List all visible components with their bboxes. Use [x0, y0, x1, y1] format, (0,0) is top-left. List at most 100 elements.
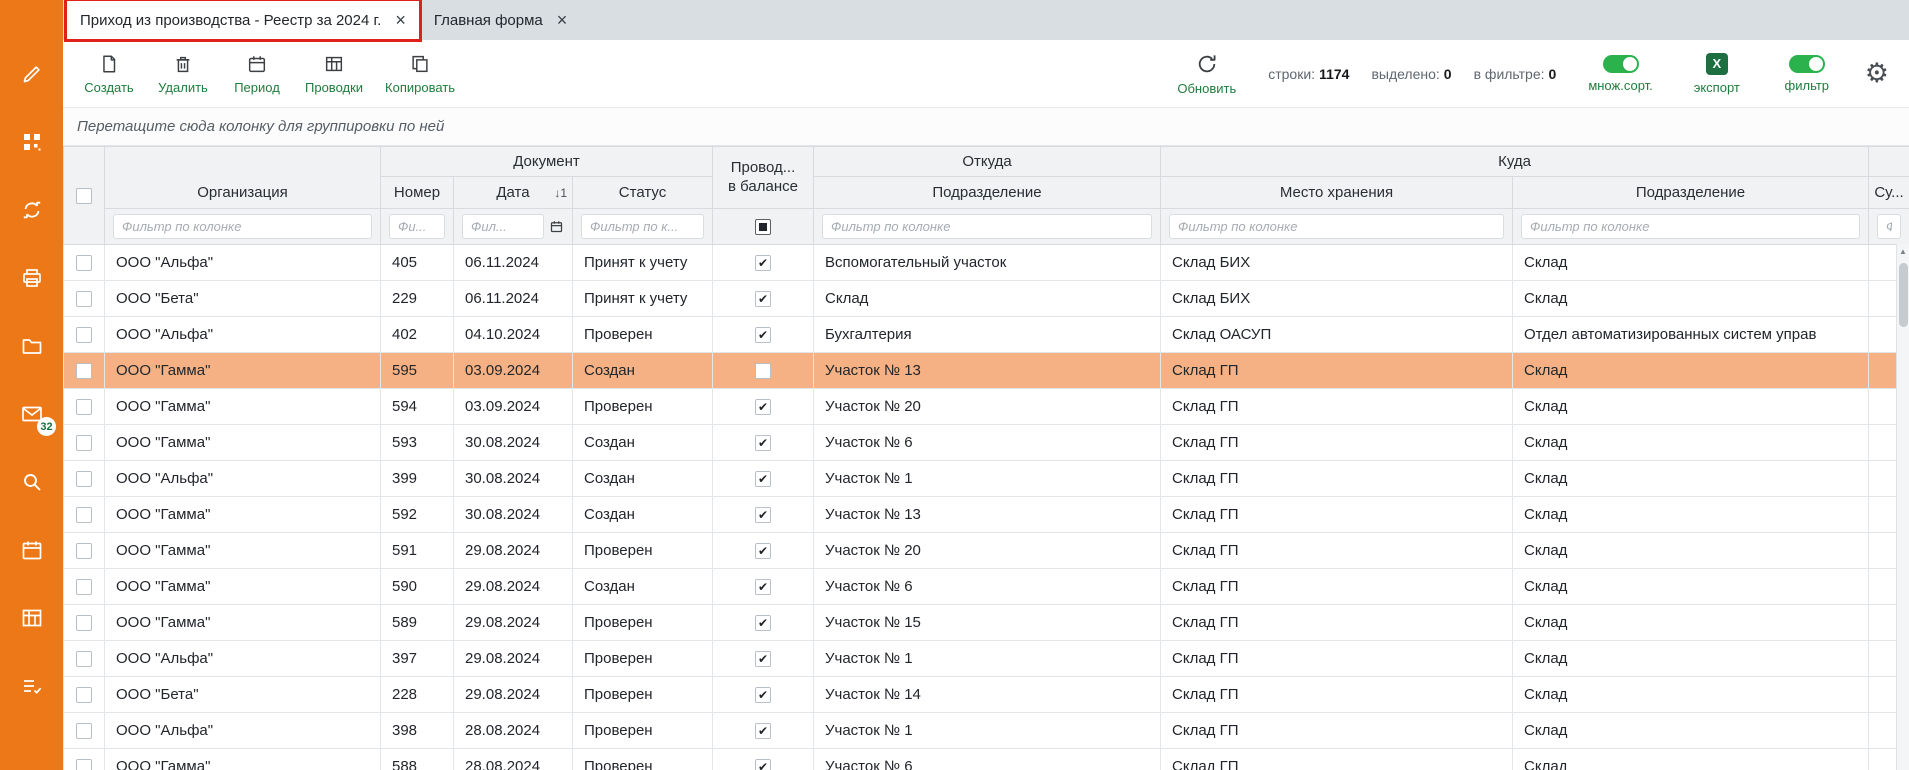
table-row[interactable]: ООО "Альфа" 398 28.08.2024 Проверен ✔ Уч…: [64, 713, 1909, 749]
sidebar-item-print[interactable]: [0, 266, 63, 290]
tab-prihod-iz-proizvodstva[interactable]: Приход из производства - Реестр за 2024 …: [66, 0, 420, 40]
refresh-button[interactable]: Обновить: [1171, 52, 1242, 96]
date-picker-button[interactable]: [549, 219, 564, 234]
table-row[interactable]: ООО "Гамма" 595 03.09.2024 Создан Участо…: [64, 353, 1909, 389]
row-checkbox[interactable]: [76, 363, 92, 379]
sidebar-item-registers[interactable]: [0, 606, 63, 630]
posted-checkbox[interactable]: ✔: [755, 615, 771, 631]
select-all-checkbox[interactable]: [76, 188, 92, 204]
posted-checkbox[interactable]: ✔: [755, 255, 771, 271]
posted-checkbox[interactable]: ✔: [755, 399, 771, 415]
posted-filter-checkbox[interactable]: [755, 219, 771, 235]
posted-checkbox[interactable]: ✔: [755, 435, 771, 451]
delete-button[interactable]: Удалить: [151, 53, 215, 95]
posted-checkbox[interactable]: ✔: [755, 471, 771, 487]
table-row[interactable]: ООО "Альфа" 399 30.08.2024 Создан ✔ Учас…: [64, 461, 1909, 497]
row-checkbox[interactable]: [76, 291, 92, 307]
table-row[interactable]: ООО "Гамма" 591 29.08.2024 Проверен ✔ Уч…: [64, 533, 1909, 569]
cell-storage-place: Склад ГП: [1161, 461, 1513, 497]
column-header-sum[interactable]: Су...: [1869, 177, 1909, 209]
row-checkbox[interactable]: [76, 579, 92, 595]
table-row[interactable]: ООО "Альфа" 405 06.11.2024 Принят к учет…: [64, 245, 1909, 281]
column-header-storage-place[interactable]: Место хранения: [1161, 177, 1513, 209]
sidebar-item-tasks[interactable]: [0, 674, 63, 698]
table-row[interactable]: ООО "Гамма" 588 28.08.2024 Проверен ✔ Уч…: [64, 749, 1909, 770]
filter-from-department-input[interactable]: [822, 214, 1152, 239]
posted-checkbox[interactable]: ✔: [755, 579, 771, 595]
export-button[interactable]: X экспорт: [1685, 53, 1749, 95]
row-checkbox[interactable]: [76, 399, 92, 415]
table-row[interactable]: ООО "Гамма" 593 30.08.2024 Создан ✔ Учас…: [64, 425, 1909, 461]
postings-button[interactable]: Проводки: [299, 53, 369, 95]
posted-checkbox[interactable]: ✔: [755, 687, 771, 703]
settings-gear-icon[interactable]: ⚙: [1865, 60, 1889, 87]
row-checkbox[interactable]: [76, 615, 92, 631]
sidebar-item-documents[interactable]: [0, 334, 63, 358]
column-header-date[interactable]: Дата↓1: [454, 177, 573, 209]
tab-close-icon[interactable]: ×: [395, 11, 406, 29]
row-checkbox[interactable]: [76, 327, 92, 343]
sort-descending-indicator: ↓1: [554, 186, 567, 200]
column-header-number[interactable]: Номер: [381, 177, 454, 209]
sidebar-item-calendar[interactable]: [0, 538, 63, 562]
sidebar-item-sync[interactable]: [0, 198, 63, 222]
filter-organization-input[interactable]: [113, 214, 372, 239]
filter-to-department-input[interactable]: [1521, 214, 1860, 239]
row-checkbox[interactable]: [76, 651, 92, 667]
row-checkbox[interactable]: [76, 687, 92, 703]
posted-checkbox[interactable]: ✔: [755, 651, 771, 667]
group-by-bar[interactable]: Перетащите сюда колонку для группировки …: [63, 108, 1909, 146]
filter-storage-place-input[interactable]: [1169, 214, 1504, 239]
table-row[interactable]: ООО "Бета" 228 29.08.2024 Проверен ✔ Уча…: [64, 677, 1909, 713]
row-checkbox[interactable]: [76, 759, 92, 770]
posted-checkbox[interactable]: ✔: [755, 759, 771, 770]
posted-checkbox[interactable]: ✔: [755, 543, 771, 559]
create-button[interactable]: Создать: [77, 53, 141, 95]
row-checkbox[interactable]: [76, 471, 92, 487]
table-row[interactable]: ООО "Альфа" 402 04.10.2024 Проверен ✔ Бу…: [64, 317, 1909, 353]
table-row[interactable]: ООО "Гамма" 592 30.08.2024 Создан ✔ Учас…: [64, 497, 1909, 533]
table-row[interactable]: ООО "Гамма" 589 29.08.2024 Проверен ✔ Уч…: [64, 605, 1909, 641]
tab-close-icon[interactable]: ×: [557, 11, 568, 29]
filter-number-input[interactable]: [389, 214, 445, 239]
table-row[interactable]: ООО "Альфа" 397 29.08.2024 Проверен ✔ Уч…: [64, 641, 1909, 677]
filter-toggle-switch[interactable]: [1789, 55, 1825, 73]
scrollbar-thumb[interactable]: [1899, 263, 1908, 327]
cell-number: 595: [381, 353, 454, 389]
filter-toggle[interactable]: фильтр: [1775, 55, 1839, 93]
vertical-scrollbar[interactable]: ▲: [1896, 244, 1909, 770]
table-row[interactable]: ООО "Гамма" 594 03.09.2024 Проверен ✔ Уч…: [64, 389, 1909, 425]
column-header-to-department[interactable]: Подразделение: [1513, 177, 1869, 209]
table-row[interactable]: ООО "Гамма" 590 29.08.2024 Создан ✔ Учас…: [64, 569, 1909, 605]
filter-sum-input[interactable]: [1877, 214, 1901, 239]
column-header-status[interactable]: Статус: [573, 177, 713, 209]
cell-date: 30.08.2024: [454, 497, 573, 533]
period-button[interactable]: Период: [225, 53, 289, 95]
filter-status-input[interactable]: [581, 214, 704, 239]
row-checkbox[interactable]: [76, 435, 92, 451]
cell-status: Создан: [573, 425, 713, 461]
table-row[interactable]: ООО "Бета" 229 06.11.2024 Принят к учету…: [64, 281, 1909, 317]
row-checkbox[interactable]: [76, 543, 92, 559]
filter-date-input[interactable]: [462, 214, 544, 239]
sidebar-item-search[interactable]: [0, 470, 63, 494]
row-checkbox[interactable]: [76, 723, 92, 739]
sidebar-item-apps[interactable]: [0, 130, 63, 154]
multi-sort-toggle-switch[interactable]: [1603, 55, 1639, 73]
sidebar-item-edit[interactable]: [0, 62, 63, 86]
posted-checkbox[interactable]: ✔: [755, 723, 771, 739]
column-header-from-department[interactable]: Подразделение: [814, 177, 1161, 209]
posted-checkbox[interactable]: ✔: [755, 507, 771, 523]
posted-checkbox[interactable]: ✔: [755, 327, 771, 343]
row-checkbox[interactable]: [76, 507, 92, 523]
multi-sort-toggle[interactable]: множ.сорт.: [1582, 55, 1658, 93]
scroll-up-icon[interactable]: ▲: [1899, 244, 1907, 256]
column-header-organization[interactable]: Организация: [105, 147, 381, 209]
sidebar-item-mail[interactable]: 32: [0, 402, 63, 426]
posted-checkbox[interactable]: ✔: [755, 291, 771, 307]
posted-checkbox[interactable]: [755, 363, 771, 379]
row-checkbox[interactable]: [76, 255, 92, 271]
tab-glavnaya-forma[interactable]: Главная форма ×: [420, 0, 581, 40]
column-header-posted-in-balance[interactable]: Провод...в балансе: [713, 147, 814, 209]
copy-button[interactable]: Копировать: [379, 53, 461, 95]
